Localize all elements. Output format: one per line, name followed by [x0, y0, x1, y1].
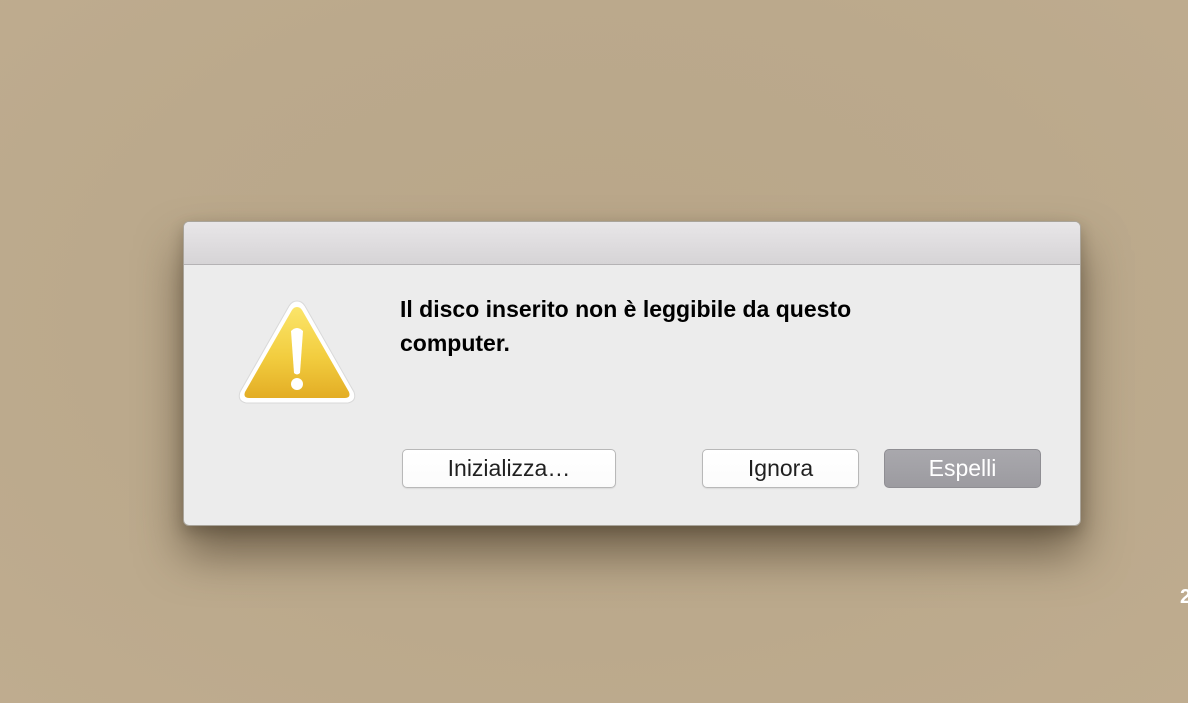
- eject-button[interactable]: Espelli: [884, 449, 1041, 488]
- warning-icon: [236, 297, 358, 407]
- alert-message: Il disco inserito non è leggibile da que…: [400, 296, 852, 356]
- initialize-button[interactable]: Inizializza…: [402, 449, 616, 488]
- dialog-titlebar[interactable]: [184, 222, 1080, 265]
- ignore-button[interactable]: Ignora: [702, 449, 859, 488]
- desktop-edge-text: 2: [1180, 586, 1188, 608]
- alert-dialog: Il disco inserito non è leggibile da que…: [183, 221, 1081, 526]
